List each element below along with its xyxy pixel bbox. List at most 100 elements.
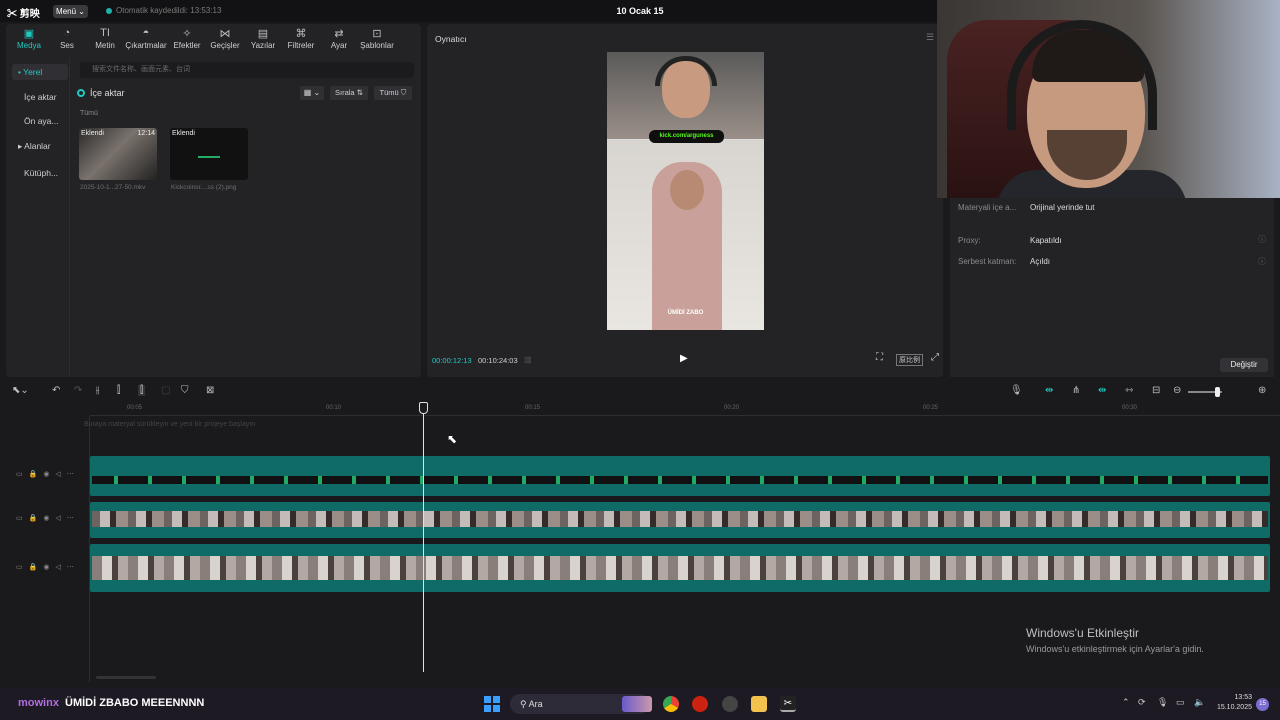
zoom-slider-handle[interactable] [1215, 387, 1220, 397]
added-badge: Eklendi [172, 130, 195, 137]
linkage-icon[interactable]: ⇹ [1098, 385, 1106, 396]
image-clip-frames [92, 476, 1268, 484]
person-head-image [670, 170, 704, 210]
media-sidebar: • Yerel İçe aktar Ön aya... ▸ Alanlar Kü… [6, 58, 70, 376]
fullscreen-icon[interactable]: ⤢ [931, 352, 939, 363]
notification-badge[interactable]: 15 [1256, 698, 1269, 711]
media-search-input[interactable]: 搜索文件名称、画面元素、台词 [80, 62, 414, 78]
timeline-scrollbar[interactable] [96, 676, 156, 679]
widget-icon[interactable] [622, 696, 652, 712]
sidebar-item-library[interactable]: Kütüph... [12, 165, 68, 181]
delete-left-icon[interactable]: ⫿ [117, 385, 120, 396]
info-icon[interactable]: ⓘ [1258, 234, 1266, 245]
tab-label: Geçişler [210, 41, 240, 50]
ruler-tick: 00:10 [326, 405, 342, 411]
ruler-tick: 00:30 [1122, 405, 1138, 411]
tab-filters[interactable]: ⌘ Filtreler [282, 24, 320, 56]
tray-volume-icon[interactable]: 🔈 [1194, 697, 1205, 708]
focus-icon[interactable]: ⛶ [876, 352, 883, 363]
timeline-ruler[interactable] [90, 402, 1280, 416]
snap-icon[interactable]: ⋔ [1072, 385, 1080, 396]
tab-audio[interactable]: ◔ Ses [48, 24, 86, 56]
tray-mic-icon[interactable]: 🎙 [1157, 697, 1168, 708]
split-icon[interactable]: ⫲ [96, 385, 99, 396]
aspect-ratio-button[interactable]: 原比例 [896, 354, 923, 366]
taskbar-date[interactable]: 15.10.2025 [1212, 704, 1252, 711]
timeline-toolbar [0, 382, 1280, 402]
prop-label: Proxy: [958, 236, 981, 245]
fit-icon[interactable]: ⊟ [1152, 385, 1160, 396]
info-icon[interactable]: ⓘ [1258, 256, 1266, 267]
opera-icon[interactable] [692, 696, 708, 712]
video-preview[interactable]: kick.com/arguness ÜMİDİ ZABO [607, 52, 764, 330]
tab-captions[interactable]: ▤ Yazılar [244, 24, 282, 56]
play-icon[interactable]: ▶ [680, 353, 688, 364]
select-tool-icon[interactable]: ⬉⌄ [12, 385, 29, 396]
sidebar-item-spaces[interactable]: ▸ Alanlar [12, 138, 68, 154]
chat-username: mowinx [18, 697, 59, 709]
playhead-handle[interactable] [419, 402, 428, 414]
sidebar-item-import[interactable]: İçe aktar [12, 89, 68, 105]
tab-effects[interactable]: ✧ Efektler [168, 24, 206, 56]
undo-icon[interactable]: ↶ [52, 385, 60, 396]
track-controls[interactable]: ▭🔒◉◁⋯ [16, 470, 80, 478]
ruler-tick: 00:20 [724, 405, 740, 411]
steam-icon[interactable] [722, 696, 738, 712]
windows-start-icon[interactable] [484, 696, 500, 712]
zoom-out-icon[interactable]: ⊖ [1173, 385, 1181, 396]
current-time: 00:00:12:13 [432, 356, 472, 365]
microphone-icon[interactable]: 🎙 [1010, 385, 1023, 396]
webcam-overlay [937, 0, 1280, 198]
media-thumbnail-image[interactable]: Eklendi [170, 128, 248, 180]
playhead[interactable] [423, 402, 424, 672]
preview-axis-icon[interactable]: ⇿ [1125, 385, 1133, 396]
import-button[interactable]: İçe aktar [90, 88, 125, 98]
view-mode-button[interactable]: ▦ ⌄ [300, 86, 324, 100]
chrome-icon[interactable] [663, 696, 679, 712]
tab-stickers[interactable]: ◓ Çıkartmalar [124, 24, 168, 56]
capcut-icon[interactable]: ✂ [780, 696, 796, 712]
delete-icon[interactable]: ▢ [161, 385, 170, 396]
taskbar-clock[interactable]: 13:53 [1224, 694, 1252, 701]
added-badge: Eklendi [81, 130, 104, 137]
menu-button[interactable]: Menü ⌄ [53, 5, 88, 18]
track-controls[interactable]: ▭🔒◉◁⋯ [16, 563, 80, 571]
prop-label: Serbest katman: [958, 257, 1017, 266]
file-explorer-icon[interactable] [751, 696, 767, 712]
player-menu-icon[interactable]: ☰ [926, 32, 934, 43]
media-thumbnail-video[interactable]: Eklendi 12:14 [79, 128, 157, 180]
tab-templates[interactable]: ⊡ Şablonlar [358, 24, 396, 56]
track-controls[interactable]: ▭🔒◉◁⋯ [16, 514, 80, 522]
delete-right-icon[interactable]: ⫿ [138, 385, 146, 396]
change-button[interactable]: Değiştir [1220, 358, 1268, 372]
tab-label: Yazılar [250, 41, 276, 50]
sort-button[interactable]: Sırala ⇅ [330, 86, 368, 100]
media-filename: Kickcoinsr....ss (2).png [171, 184, 237, 191]
prop-value[interactable]: Açıldı [1030, 257, 1050, 266]
tray-network-icon[interactable]: ▭ [1176, 697, 1185, 708]
taskbar-search-label: Ara [528, 699, 543, 709]
sidebar-item-presets[interactable]: Ön aya... [12, 113, 68, 129]
tab-media[interactable]: ▣ Medya [10, 24, 48, 56]
tray-chevron-icon[interactable]: ⌃ [1122, 697, 1130, 708]
prop-value[interactable]: Orijinal yerinde tut [1030, 203, 1094, 212]
track-headers: ▭🔒◉◁⋯ ▭🔒◉◁⋯ ▭🔒◉◁⋯ [6, 416, 90, 682]
tab-transitions[interactable]: ⋈ Geçişler [206, 24, 244, 56]
tab-adjust[interactable]: ⇄ Ayar [320, 24, 358, 56]
adjust-icon: ⇄ [334, 28, 344, 40]
autosave-status: Otomatik kaydedildi: 13:53:13 [116, 6, 222, 15]
marker-icon[interactable]: ⛉ [181, 385, 189, 396]
redo-icon[interactable]: ↷ [74, 385, 82, 396]
timecode-format-icon[interactable]: ▥ [524, 355, 532, 364]
kick-banner: kick.com/arguness [649, 130, 724, 143]
prop-label: Materyali içe a... [958, 203, 1017, 212]
link-icon[interactable]: ⇹ [1045, 385, 1053, 396]
drop-hint: Buraya materyal sürükleyin ve yeni bir p… [84, 421, 256, 428]
prop-value[interactable]: Kapatıldı [1030, 236, 1062, 245]
sidebar-item-local[interactable]: • Yerel [12, 64, 68, 80]
filter-all-button[interactable]: Tümü ⛉ [374, 86, 412, 100]
zoom-in-icon[interactable]: ⊕ [1258, 385, 1266, 396]
tab-text[interactable]: TI Metin [86, 24, 124, 56]
crop-icon[interactable]: ⊠ [206, 385, 214, 396]
tray-sync-icon[interactable]: ⟳ [1138, 697, 1146, 708]
